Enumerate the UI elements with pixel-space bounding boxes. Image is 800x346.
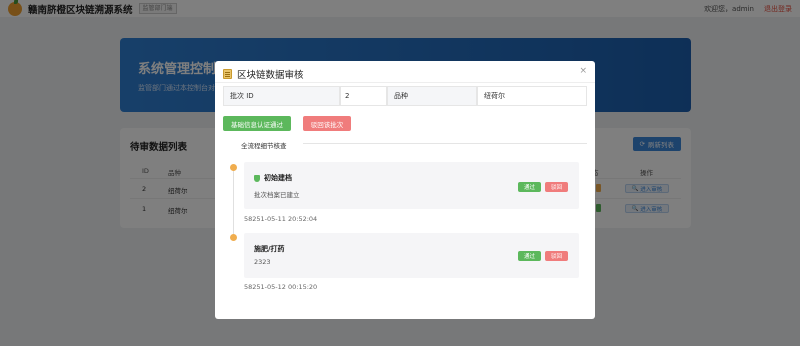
reject-batch-button[interactable]: 驳回该批次 [303, 116, 351, 131]
divider [303, 143, 587, 144]
timeline-dot [230, 234, 237, 241]
event-title: 施肥/打药 [254, 245, 285, 253]
approve-event-button[interactable]: 通过 [518, 182, 541, 192]
approve-event-button[interactable]: 通过 [518, 251, 541, 261]
timeline-dot [230, 164, 237, 171]
timeline-event-card: 施肥/打药 2323 通过 驳回 [244, 233, 579, 278]
reject-event-button[interactable]: 驳回 [545, 182, 568, 192]
timeline-event-card: 初始建档 批次档案已建立 通过 驳回 [244, 162, 579, 209]
event-timestamp: 58251-05-12 00:15:20 [244, 283, 318, 291]
batch-id-label: 批次 ID [223, 86, 340, 106]
approve-basic-button[interactable]: 基础信息认证通过 [223, 116, 291, 131]
reject-event-button[interactable]: 驳回 [545, 251, 568, 261]
variety-value: 纽荷尔 [477, 86, 587, 106]
event-timestamp: 58251-05-11 20:52:04 [244, 215, 318, 223]
divider [215, 82, 595, 83]
batch-id-value: 2 [340, 86, 387, 106]
event-desc: 2323 [254, 258, 271, 266]
shield-icon [254, 174, 260, 182]
scroll-icon [223, 69, 232, 79]
event-desc: 批次档案已建立 [254, 191, 300, 199]
section-title: 全流程细节核查 [241, 142, 287, 150]
timeline-line [233, 168, 234, 237]
review-modal: 区块链数据审核 × 批次 ID 2 品种 纽荷尔 基础信息认证通过 驳回该批次 … [215, 61, 595, 319]
close-icon[interactable]: × [579, 66, 587, 76]
event-title: 初始建档 [264, 174, 292, 182]
variety-label: 品种 [387, 86, 477, 106]
modal-title: 区块链数据审核 [237, 70, 304, 81]
